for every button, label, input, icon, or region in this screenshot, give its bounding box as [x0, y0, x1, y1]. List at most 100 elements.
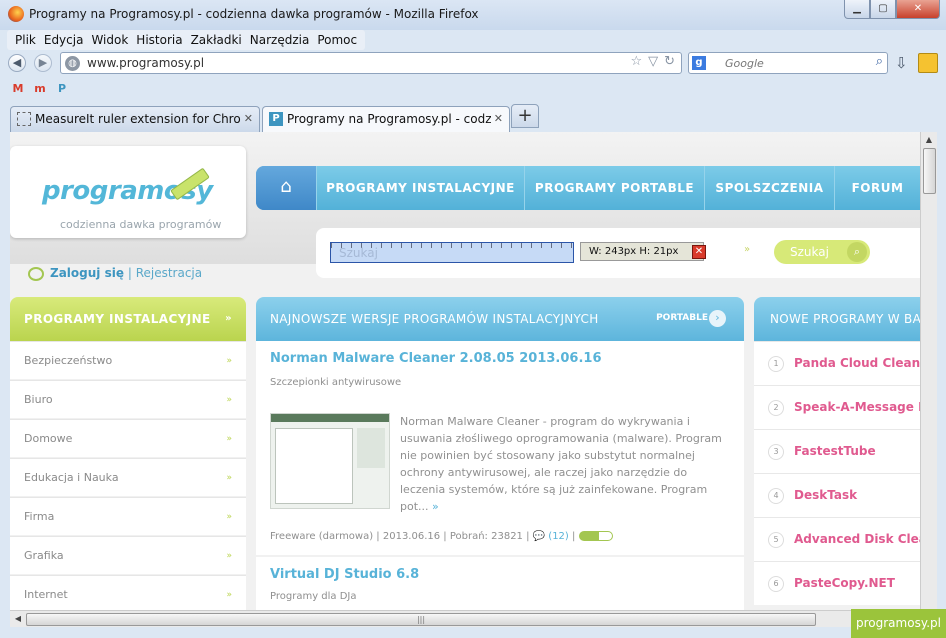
sidebar-item[interactable]: Grafika »	[10, 536, 246, 574]
menu-item-edycja[interactable]: Edycja	[40, 30, 88, 50]
post-title[interactable]: Virtual DJ Studio 6.8	[270, 567, 419, 582]
search-icon: ⌕	[847, 242, 867, 262]
sidebar-title[interactable]: PROGRAMY INSTALACYJNE »	[10, 297, 246, 341]
firefox-icon	[8, 6, 24, 22]
program-name-link[interactable]: Panda Cloud Cleaner	[794, 356, 920, 370]
site-search-input[interactable]: Szukaj	[330, 242, 574, 263]
new-program-item[interactable]: 2 Speak-A-Message Hon	[754, 385, 920, 429]
sidebar-item[interactable]: Bezpieczeństwo »	[10, 341, 246, 379]
sidebar-item[interactable]: Domowe »	[10, 419, 246, 457]
chevron-down-icon[interactable]: »	[744, 244, 750, 255]
sidebar-item-label: Internet	[24, 588, 68, 601]
program-name-link[interactable]: Speak-A-Message Hon	[794, 400, 920, 414]
chevron-right-icon[interactable]: ›	[709, 310, 726, 327]
sidebar-item[interactable]: Internet »	[10, 575, 246, 610]
site-search-button-label: Szukaj	[790, 245, 829, 259]
login-link[interactable]: Zaloguj się	[50, 266, 124, 280]
vertical-scroll-thumb[interactable]	[923, 148, 936, 194]
url-bar[interactable]: ◍ www.programosy.pl ☆ ▽ ↻	[60, 52, 682, 74]
scroll-left-icon[interactable]: ◀	[10, 611, 26, 627]
post-title[interactable]: Norman Malware Cleaner 2.08.05 2013.06.1…	[270, 351, 602, 366]
programosy-icon[interactable]: P	[54, 81, 70, 97]
horizontal-scroll-thumb[interactable]: |||	[26, 613, 816, 626]
new-tab-button[interactable]: +	[511, 104, 539, 128]
new-program-item[interactable]: 4 DeskTask	[754, 473, 920, 517]
gmail-icon[interactable]: M	[10, 81, 26, 97]
measure-close-icon[interactable]: ✕	[692, 245, 706, 259]
comments-count[interactable]: (12)	[548, 531, 569, 542]
portable-link[interactable]: PORTABLE	[656, 313, 708, 323]
site-search-button[interactable]: Szukaj ⌕	[774, 240, 870, 264]
site-search-placeholder: Szukaj	[339, 246, 378, 260]
read-more-link[interactable]: »	[432, 500, 439, 513]
nav-programy-instalacyjne[interactable]: PROGRAMY INSTALACYJNE	[316, 166, 524, 210]
watermark: programosy.pl	[851, 609, 946, 638]
m-icon[interactable]: m	[32, 81, 48, 97]
menu-item-pomoc[interactable]: Pomoc	[313, 30, 361, 50]
tab-programosy[interactable]: P Programy na Programosy.pl - codzie... …	[262, 106, 510, 132]
sidebar-item-label: Edukacja i Nauka	[24, 471, 119, 484]
login-separator: |	[127, 266, 132, 280]
menu-item-zakładki[interactable]: Zakładki	[187, 30, 246, 50]
window-bottom-frame	[0, 627, 946, 638]
new-program-item[interactable]: 3 FastestTube	[754, 429, 920, 473]
new-programs-title: NOWE PROGRAMY W BA	[754, 297, 920, 341]
new-program-item[interactable]: 5 Advanced Disk Cleane	[754, 517, 920, 561]
back-button[interactable]: ◀	[8, 54, 26, 72]
post-thumbnail[interactable]	[270, 413, 390, 509]
comments-icon[interactable]: 💬	[533, 531, 545, 542]
menu-item-narzędzia[interactable]: Narzędzia	[246, 30, 314, 50]
item-number: 6	[768, 576, 784, 592]
tab-measureit[interactable]: MeasureIt ruler extension for Chrome... …	[10, 106, 260, 132]
chevron-right-icon: »	[226, 356, 232, 366]
register-link[interactable]: Rejestracja	[136, 266, 202, 280]
nav-programy-portable[interactable]: PROGRAMY PORTABLE	[524, 166, 704, 210]
horizontal-scrollbar[interactable]: ◀ |||	[10, 610, 920, 627]
measureit-extension-icon[interactable]	[918, 53, 938, 73]
search-bar[interactable]: g Google ⌕	[688, 52, 888, 74]
vertical-scrollbar[interactable]: ▲	[920, 132, 937, 610]
scroll-up-icon[interactable]: ▲	[921, 132, 937, 148]
sidebar-item-label: Biuro	[24, 393, 53, 406]
menu-bar: Plik Edycja Widok Historia Zakładki Narzędzia…	[0, 30, 946, 50]
nav-forum[interactable]: FORUM	[834, 166, 920, 210]
nav-spolszczenia[interactable]: SPOLSZCZENIA	[704, 166, 834, 210]
home-icon[interactable]: ⌂	[256, 166, 316, 210]
program-name-link[interactable]: FastestTube	[794, 444, 876, 458]
sidebar-item[interactable]: Firma »	[10, 497, 246, 535]
program-name-link[interactable]: PasteCopy.NET	[794, 576, 895, 590]
forward-button[interactable]: ▶	[34, 54, 52, 72]
reload-icon[interactable]: ↻	[664, 54, 675, 69]
sidebar-item[interactable]: Edukacja i Nauka »	[10, 458, 246, 496]
site-logo[interactable]: programosy codzienna dawka programów	[10, 146, 246, 238]
new-program-item[interactable]: 6 PasteCopy.NET	[754, 561, 920, 605]
window-title: Programy na Programosy.pl - codzienna da…	[29, 7, 479, 21]
tab-label: Programy na Programosy.pl - codzie...	[287, 112, 491, 126]
menu-item-historia[interactable]: Historia	[132, 30, 186, 50]
title-bar: Programy na Programosy.pl - codzienna da…	[0, 0, 946, 30]
dashed-box-icon	[17, 112, 31, 126]
tab-bar: MeasureIt ruler extension for Chrome... …	[0, 102, 946, 132]
menu-item-plik[interactable]: Plik	[11, 30, 40, 50]
globe-icon: ◍	[65, 56, 80, 71]
sidebar-item[interactable]: Biuro »	[10, 380, 246, 418]
google-icon[interactable]: g	[692, 56, 706, 70]
post-category[interactable]: Programy dla DJa	[270, 591, 357, 602]
star-icon[interactable]: ☆	[630, 54, 642, 69]
dropdown-icon[interactable]: ▽	[648, 54, 658, 69]
sidebar-item-label: Domowe	[24, 432, 73, 445]
search-icon[interactable]: ⌕	[876, 54, 883, 69]
minimize-button[interactable]: ▁	[844, 0, 870, 19]
menu-item-widok[interactable]: Widok	[87, 30, 132, 50]
close-button[interactable]: ✕	[896, 0, 940, 19]
tab-close-icon[interactable]: ✕	[244, 112, 253, 125]
item-number: 5	[768, 532, 784, 548]
download-icon[interactable]: ⇩	[895, 54, 908, 72]
program-name-link[interactable]: Advanced Disk Cleane	[794, 532, 920, 546]
post-category[interactable]: Szczepionki antywirusowe	[270, 377, 401, 388]
tab-close-icon[interactable]: ✕	[494, 112, 503, 125]
post-meta: Freeware (darmowa) | 2013.06.16 | Pobrań…	[270, 531, 613, 542]
maximize-button[interactable]: ▢	[870, 0, 896, 19]
new-program-item[interactable]: 1 Panda Cloud Cleaner	[754, 341, 920, 385]
program-name-link[interactable]: DeskTask	[794, 488, 857, 502]
